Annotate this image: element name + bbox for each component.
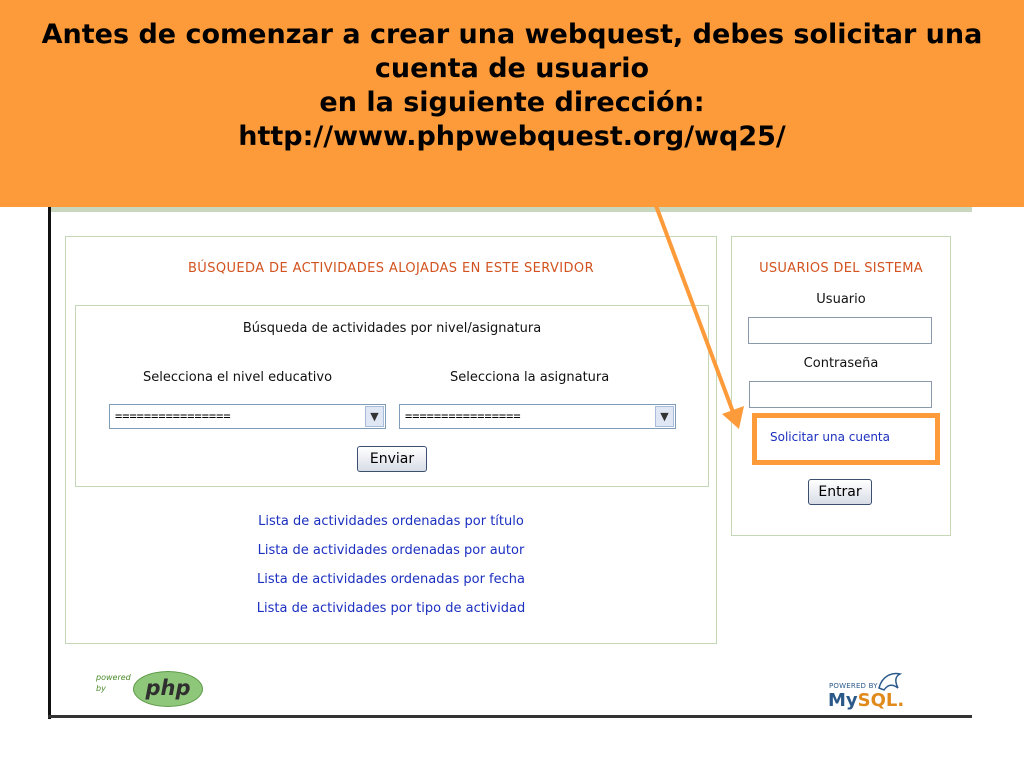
callout-arrow bbox=[653, 202, 744, 429]
php-logo-caption: powered by bbox=[96, 673, 131, 693]
mysql-logo-caption: POWERED BY bbox=[829, 682, 878, 690]
dolphin-icon bbox=[878, 672, 903, 691]
arrow-shaft bbox=[653, 202, 735, 413]
php-logo: php bbox=[133, 671, 203, 707]
